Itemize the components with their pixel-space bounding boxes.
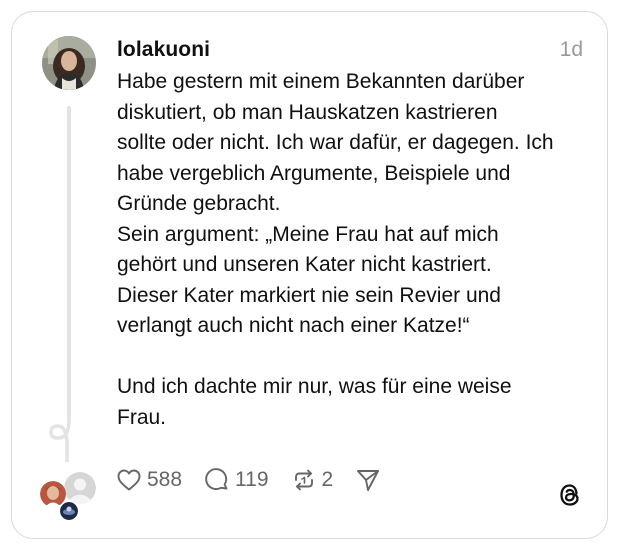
like-button[interactable]: 588	[116, 468, 182, 492]
like-count: 588	[147, 468, 183, 491]
threads-logo-icon	[560, 484, 579, 506]
thread-line	[67, 106, 71, 416]
reply-avatar-default[interactable]	[64, 472, 96, 504]
comment-icon	[205, 468, 228, 490]
post-body: Habe gestern mit einem Bekannten darüber…	[117, 70, 554, 429]
reply-avatar-small[interactable]	[60, 502, 78, 520]
repost-button[interactable]: 2	[291, 467, 334, 493]
share-button[interactable]	[355, 467, 381, 493]
heart-icon	[117, 469, 141, 491]
author-username[interactable]: lolakuoni	[117, 38, 210, 62]
reply-button[interactable]: 119	[204, 467, 269, 493]
post-actions: 588 119 2	[116, 464, 403, 496]
post-timestamp: 1d	[559, 38, 583, 61]
thread-loop-icon	[49, 412, 71, 462]
reply-count: 119	[235, 468, 269, 491]
repost-icon	[294, 469, 313, 491]
reply-avatar-user[interactable]	[40, 481, 66, 507]
repost-count: 2	[321, 468, 334, 491]
send-icon	[357, 470, 380, 491]
author-avatar[interactable]	[42, 36, 96, 90]
